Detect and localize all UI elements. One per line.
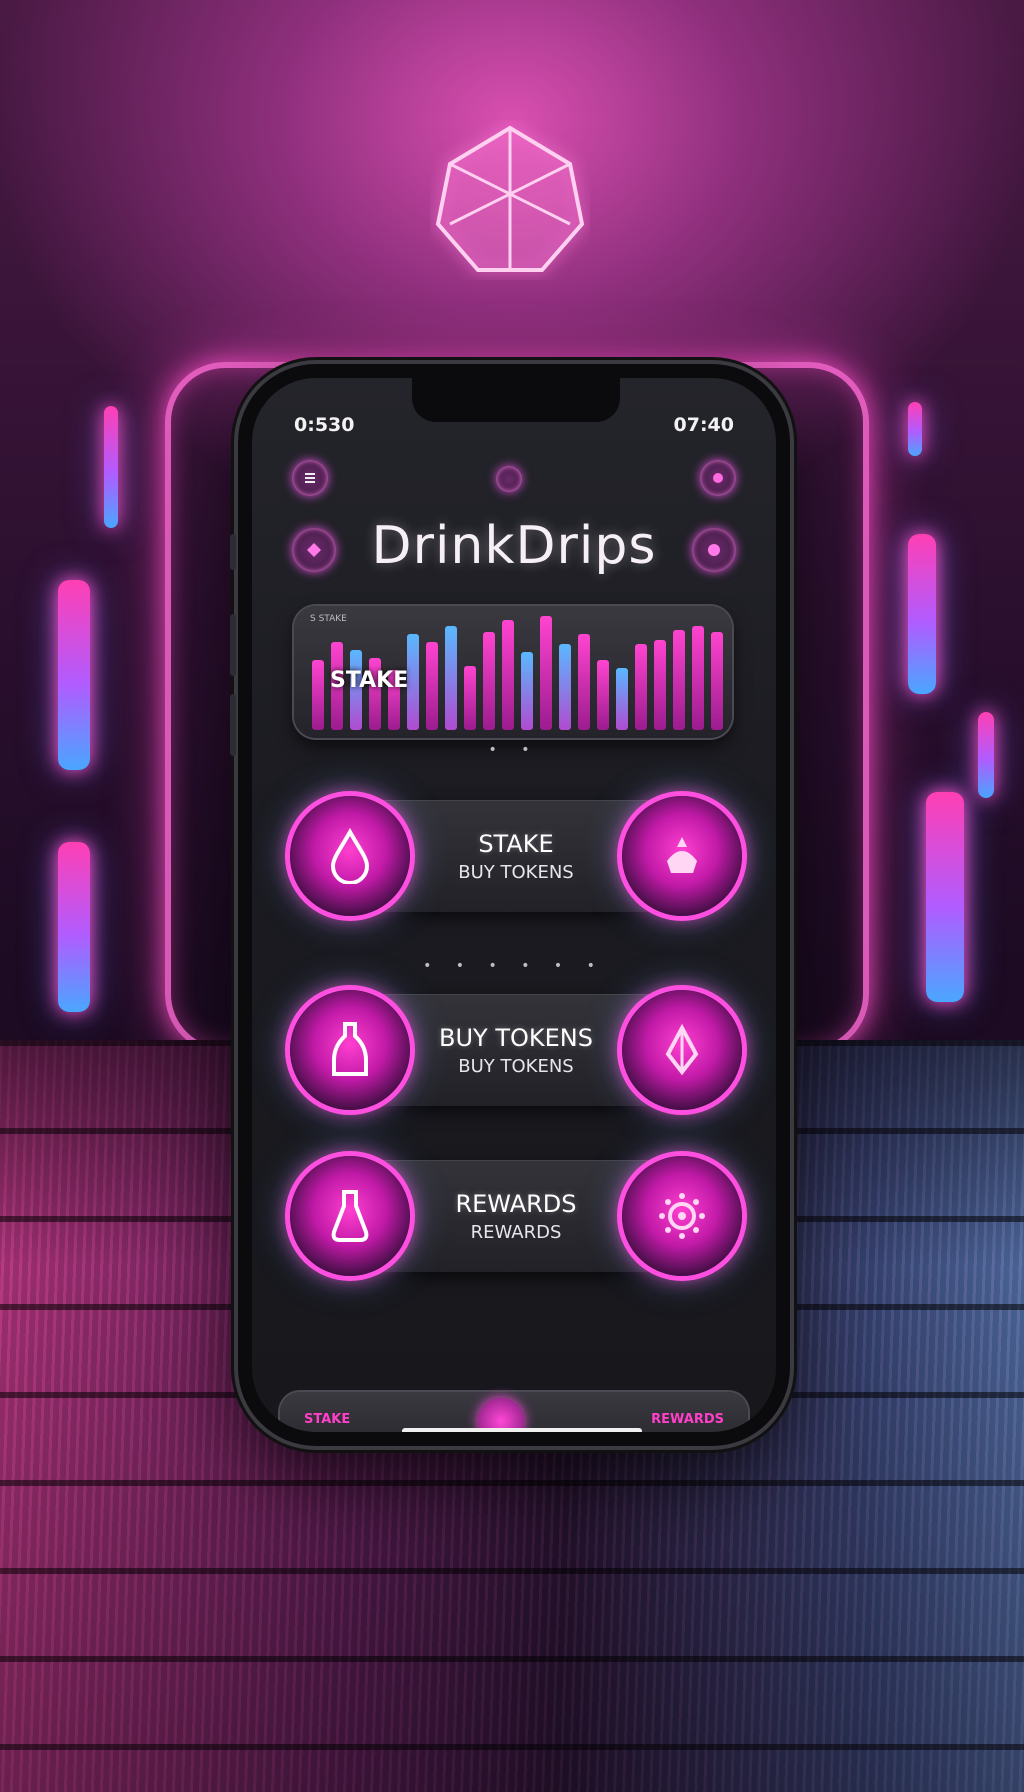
- diamond-logo-icon: [435, 125, 585, 272]
- rewards-label: REWARDS: [455, 1190, 577, 1218]
- equalizer-bar: [540, 616, 552, 730]
- nav-rewards[interactable]: REWARDS: [651, 1412, 724, 1427]
- neon-bar: [58, 580, 90, 770]
- neon-bar: [908, 534, 936, 694]
- equalizer-bar: [426, 642, 438, 730]
- equalizer-bar: [616, 668, 628, 730]
- neon-bar: [58, 842, 90, 1012]
- equalizer-bar: [635, 644, 647, 730]
- page-dots: • • • • • •: [423, 958, 605, 974]
- buy-tokens-label: BUY TOKENS: [439, 1024, 593, 1052]
- bottle-icon[interactable]: [290, 990, 410, 1110]
- drink-icon[interactable]: [622, 796, 742, 916]
- equalizer-bar: [692, 626, 704, 730]
- equalizer-bar: [578, 634, 590, 730]
- page-dots: • •: [488, 742, 540, 758]
- app-screen: 0:530 07:40 DrinkDrips S STAKE STAKE • •…: [252, 378, 776, 1432]
- stake-sublabel: BUY TOKENS: [458, 862, 574, 883]
- mute-switch: [230, 534, 236, 570]
- home-nav-icon[interactable]: [478, 1398, 524, 1432]
- chart-label: STAKE: [330, 668, 409, 693]
- equalizer-bar: [654, 640, 666, 730]
- buy-tokens-sublabel: BUY TOKENS: [458, 1056, 574, 1077]
- staking-chart-card[interactable]: S STAKE STAKE: [294, 606, 732, 738]
- rewards-row[interactable]: REWARDS REWARDS: [290, 1156, 742, 1276]
- equalizer-bar: [673, 630, 685, 730]
- rewards-sublabel: REWARDS: [470, 1222, 562, 1243]
- equalizer-bar: [464, 666, 476, 730]
- equalizer-bar: [483, 632, 495, 730]
- drop-icon[interactable]: [290, 796, 410, 916]
- status-right: 07:40: [673, 414, 734, 436]
- equalizer-bar: [502, 620, 514, 730]
- home-indicator: [402, 1428, 642, 1432]
- notch: [412, 378, 620, 422]
- buy-tokens-row[interactable]: BUY TOKENS BUY TOKENS: [290, 990, 742, 1110]
- bottom-nav: STAKE REWARDS: [280, 1392, 748, 1432]
- status-time: 0:530: [294, 414, 355, 436]
- menu-icon[interactable]: [292, 460, 328, 496]
- volume-up-button: [230, 614, 236, 676]
- profile-icon[interactable]: [700, 460, 736, 496]
- token-icon[interactable]: [622, 990, 742, 1110]
- flask-icon[interactable]: [290, 1156, 410, 1276]
- neon-bar: [908, 402, 922, 456]
- nav-stake[interactable]: STAKE: [304, 1412, 350, 1427]
- equalizer-bar: [521, 652, 533, 730]
- equalizer-bar: [312, 660, 324, 730]
- equalizer-bar: [407, 634, 419, 730]
- equalizer-bar: [597, 660, 609, 730]
- volume-down-button: [230, 694, 236, 756]
- equalizer-bar: [711, 632, 723, 730]
- neon-bar: [926, 792, 964, 1002]
- settings-icon[interactable]: [692, 528, 736, 572]
- reward-icon[interactable]: [622, 1156, 742, 1276]
- equalizer-bar: [445, 626, 457, 730]
- stake-row[interactable]: STAKE BUY TOKENS: [290, 796, 742, 916]
- neon-bar: [104, 406, 118, 528]
- stake-label: STAKE: [478, 830, 554, 858]
- neon-bar: [978, 712, 994, 798]
- camera-dot-icon: [496, 466, 522, 492]
- phone-device: 0:530 07:40 DrinkDrips S STAKE STAKE • •…: [230, 364, 790, 1446]
- equalizer-bar: [559, 644, 571, 730]
